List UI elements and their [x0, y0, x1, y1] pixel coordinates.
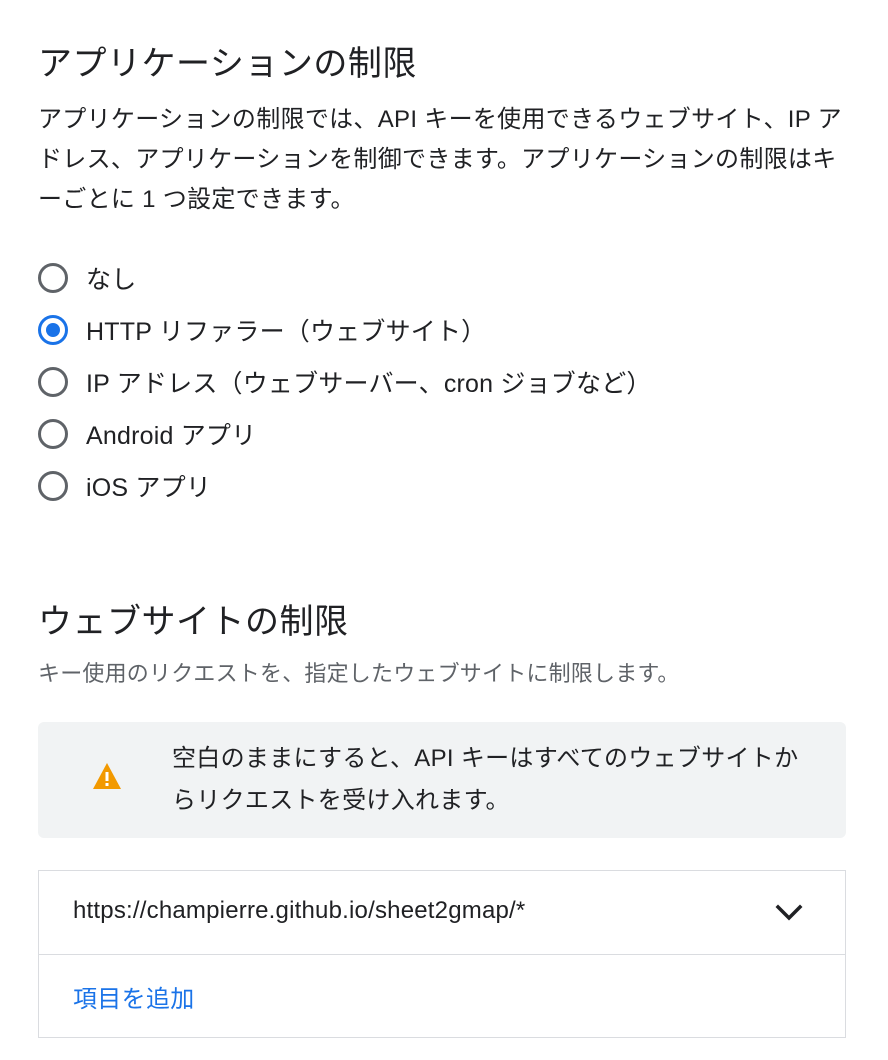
app-restrictions-description: アプリケーションの制限では、API キーを使用できるウェブサイト、IP アドレス…	[38, 106, 842, 213]
radio-label: HTTP リファラー（ウェブサイト）	[86, 318, 487, 346]
warning-text: 空白のままにすると、API キーはすべてのウェブサイトからリクエストを受け入れま…	[172, 745, 799, 814]
website-restrictions-title: ウェブサイトの制限	[38, 603, 349, 641]
radio-option-none[interactable]: なし	[38, 252, 846, 304]
website-list-item[interactable]: https://champierre.github.io/sheet2gmap/…	[39, 871, 845, 955]
radio-button[interactable]	[38, 471, 68, 501]
website-restrictions-subtitle: キー使用のリクエストを、指定したウェブサイトに制限します。	[38, 661, 680, 686]
radio-label: Android アプリ	[86, 422, 257, 450]
website-url[interactable]: https://champierre.github.io/sheet2gmap/…	[73, 897, 525, 925]
chevron-down-icon[interactable]	[773, 899, 805, 927]
radio-button[interactable]	[38, 419, 68, 449]
radio-option-http-referrer[interactable]: HTTP リファラー（ウェブサイト）	[38, 304, 846, 356]
radio-option-ios[interactable]: iOS アプリ	[38, 460, 846, 512]
app-restrictions-title: アプリケーションの制限	[38, 45, 417, 83]
add-item-link[interactable]: 項目を追加	[73, 979, 195, 1014]
radio-button[interactable]	[38, 263, 68, 293]
radio-label: IP アドレス（ウェブサーバー、cron ジョブなど）	[86, 370, 652, 398]
radio-option-ip-address[interactable]: IP アドレス（ウェブサーバー、cron ジョブなど）	[38, 356, 846, 408]
radio-label: iOS アプリ	[86, 474, 212, 502]
radio-option-android[interactable]: Android アプリ	[38, 408, 846, 460]
warning-icon	[93, 763, 121, 789]
radio-button[interactable]	[38, 367, 68, 397]
warning-banner: 空白のままにすると、API キーはすべてのウェブサイトからリクエストを受け入れま…	[38, 722, 846, 838]
website-list: https://champierre.github.io/sheet2gmap/…	[38, 870, 846, 1038]
radio-label: なし	[86, 266, 137, 294]
radio-button-selected[interactable]	[38, 315, 68, 345]
app-restriction-radio-group: なし HTTP リファラー（ウェブサイト） IP アドレス（ウェブサーバー、cr…	[38, 252, 846, 512]
